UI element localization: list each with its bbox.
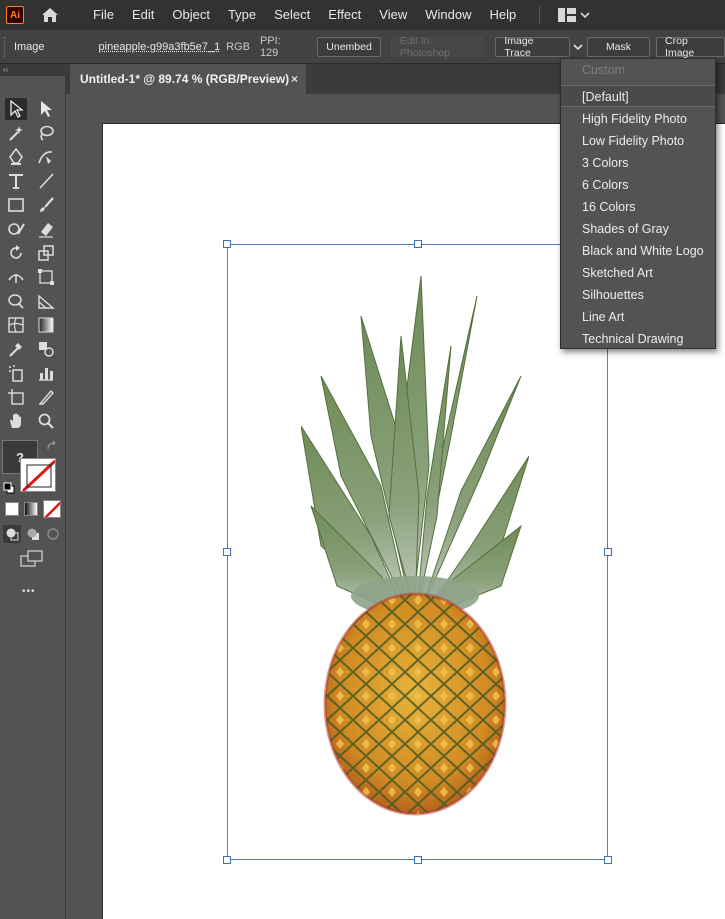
collapse-panel-icon[interactable]: ‹‹ [3, 65, 8, 74]
draw-behind-icon[interactable] [24, 525, 42, 543]
eraser-tool-icon[interactable] [35, 218, 57, 240]
zoom-tool-icon[interactable] [35, 410, 57, 432]
resize-handle-top[interactable] [414, 240, 422, 248]
unembed-button[interactable]: Unembed [317, 36, 381, 57]
scale-tool-icon[interactable] [35, 242, 57, 264]
preset-default[interactable]: [Default] [561, 85, 715, 107]
type-tool-icon[interactable] [5, 170, 27, 192]
menu-object[interactable]: Object [163, 0, 219, 30]
curvature-tool-icon[interactable] [35, 146, 57, 168]
swap-fill-stroke-icon[interactable] [46, 440, 58, 455]
selection-tool-icon[interactable] [5, 98, 27, 120]
selection-type-label: Image [13, 40, 45, 53]
draw-normal-icon[interactable] [3, 525, 21, 543]
magic-wand-tool-icon[interactable] [5, 122, 27, 144]
resize-handle-bottom-right[interactable] [604, 856, 612, 864]
resize-handle-top-left[interactable] [223, 240, 231, 248]
preset-black-and-white-logo[interactable]: Black and White Logo [561, 240, 715, 262]
perspective-grid-tool-icon[interactable] [35, 290, 57, 312]
default-fill-stroke-icon[interactable] [3, 482, 15, 497]
paintbrush-tool-icon[interactable] [35, 194, 57, 216]
line-segment-tool-icon[interactable] [35, 170, 57, 192]
width-tool-icon[interactable] [5, 266, 27, 288]
rectangle-tool-icon[interactable] [5, 194, 27, 216]
linked-file-name[interactable]: pineapple-g99a3fb5e7_1... [99, 41, 221, 53]
mesh-tool-icon[interactable] [5, 314, 27, 336]
gradient-mode-icon[interactable] [24, 502, 38, 516]
rotate-tool-icon[interactable] [5, 242, 27, 264]
menu-type[interactable]: Type [219, 0, 265, 30]
close-icon[interactable]: × [291, 72, 298, 86]
preset-6-colors[interactable]: 6 Colors [561, 174, 715, 196]
app-logo: Ai [6, 6, 24, 24]
image-trace-button[interactable]: Image Trace [495, 35, 571, 59]
menu-bar: Ai File Edit Object Type Select Effect V… [0, 0, 725, 30]
tools-panel-header[interactable]: ‹‹ [0, 64, 65, 76]
image-trace-presets-toggle[interactable] [572, 43, 584, 51]
screen-mode-icon[interactable] [20, 550, 44, 571]
shape-builder-tool-icon[interactable] [5, 290, 27, 312]
resize-handle-bottom-left[interactable] [223, 856, 231, 864]
edit-in-photoshop-button: Edit In Photoshop [390, 35, 484, 59]
edit-toolbar-icon[interactable]: ••• [22, 586, 36, 597]
chevron-down-icon [573, 43, 583, 50]
menu-file[interactable]: File [84, 0, 123, 30]
tools-panel: ‹‹ ? ••• [0, 64, 66, 919]
ppi-label: PPI: 129 [259, 34, 281, 59]
none-mode-icon[interactable] [43, 500, 61, 518]
menu-help[interactable]: Help [480, 0, 525, 30]
menu-divider [539, 6, 541, 24]
resize-handle-left[interactable] [223, 548, 231, 556]
preset-technical-drawing[interactable]: Technical Drawing [561, 328, 715, 350]
eyedropper-tool-icon[interactable] [5, 338, 27, 360]
lasso-tool-icon[interactable] [35, 122, 57, 144]
preset-line-art[interactable]: Line Art [561, 306, 715, 328]
document-tab-title: Untitled-1* @ 89.74 % (RGB/Preview) [80, 72, 290, 86]
menu-select[interactable]: Select [265, 0, 319, 30]
preset-shades-of-gray[interactable]: Shades of Gray [561, 218, 715, 240]
document-tab[interactable]: Untitled-1* @ 89.74 % (RGB/Preview) × [70, 64, 306, 94]
menu-edit[interactable]: Edit [123, 0, 163, 30]
color-mode-label: RGB [226, 40, 250, 53]
slice-tool-icon[interactable] [35, 386, 57, 408]
blend-tool-icon[interactable] [35, 338, 57, 360]
chevron-down-icon [580, 12, 590, 19]
hand-tool-icon[interactable] [5, 410, 27, 432]
image-trace-presets-menu: Custom [Default] High Fidelity Photo Low… [560, 58, 716, 349]
shaper-tool-icon[interactable] [5, 218, 27, 240]
preset-custom: Custom [582, 63, 626, 77]
mask-button[interactable]: Mask [586, 36, 651, 57]
preset-low-fidelity-photo[interactable]: Low Fidelity Photo [561, 130, 715, 152]
resize-handle-right[interactable] [604, 548, 612, 556]
gradient-tool-icon[interactable] [35, 314, 57, 336]
menu-effect[interactable]: Effect [319, 0, 370, 30]
free-transform-tool-icon[interactable] [35, 266, 57, 288]
preset-sketched-art[interactable]: Sketched Art [561, 262, 715, 284]
draw-inside-icon[interactable] [44, 525, 62, 543]
preset-16-colors[interactable]: 16 Colors [561, 196, 715, 218]
menu-view[interactable]: View [370, 0, 416, 30]
column-graph-tool-icon[interactable] [35, 362, 57, 384]
preset-3-colors[interactable]: 3 Colors [561, 152, 715, 174]
resize-handle-bottom[interactable] [414, 856, 422, 864]
image-bounding-box[interactable] [223, 240, 612, 864]
stroke-swatch[interactable] [20, 458, 56, 492]
direct-selection-tool-icon[interactable] [35, 98, 57, 120]
symbol-sprayer-tool-icon[interactable] [5, 362, 27, 384]
preset-high-fidelity-photo[interactable]: High Fidelity Photo [561, 108, 715, 130]
menu-window[interactable]: Window [416, 0, 480, 30]
home-icon[interactable] [40, 6, 60, 24]
crop-image-button[interactable]: Crop Image [656, 35, 725, 59]
preset-silhouettes[interactable]: Silhouettes [561, 284, 715, 306]
control-bar-grip[interactable] [4, 36, 8, 57]
workspace-switcher[interactable] [558, 8, 590, 22]
color-mode-icon[interactable] [5, 502, 19, 516]
pen-tool-icon[interactable] [5, 146, 27, 168]
artboard-tool-icon[interactable] [5, 386, 27, 408]
workspace-layout-icon [558, 8, 577, 22]
